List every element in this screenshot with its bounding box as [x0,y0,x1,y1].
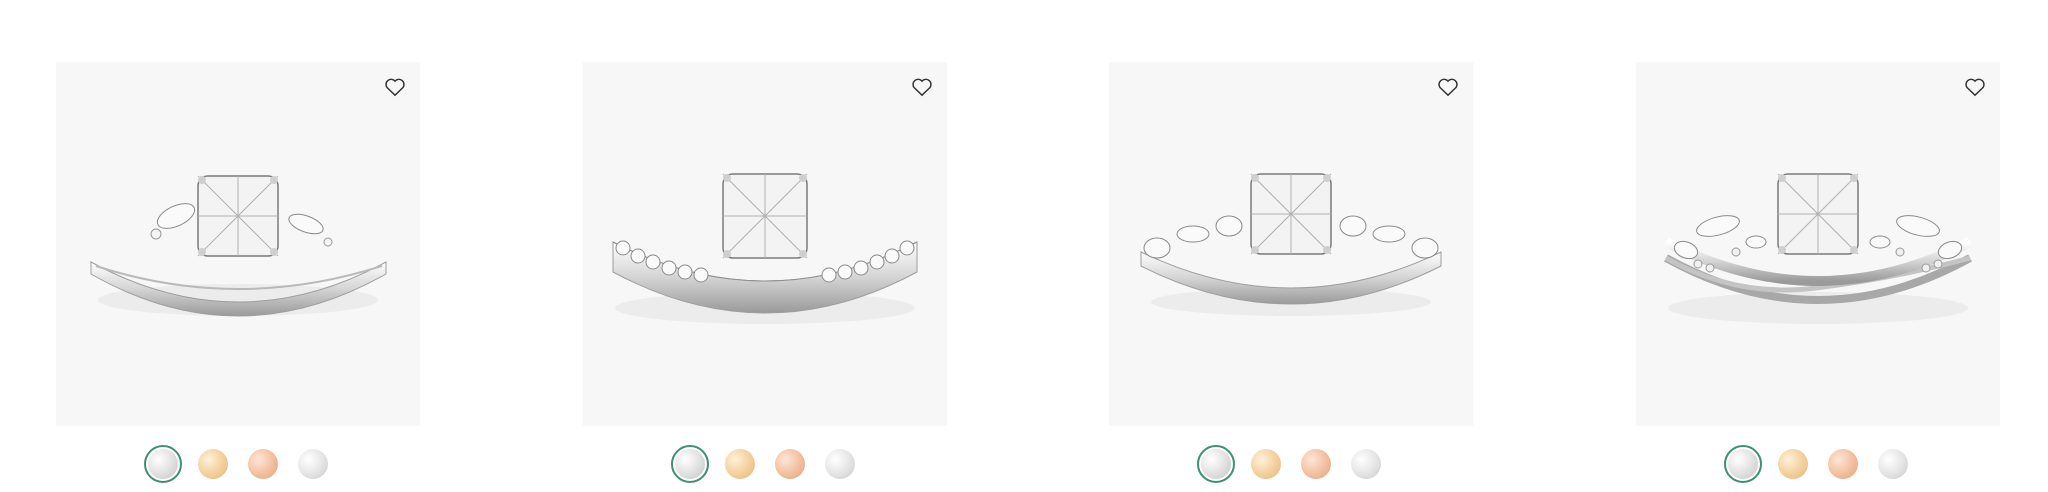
yellow-gold-dot [198,449,228,479]
product-card [56,62,420,484]
product-image[interactable] [583,62,947,426]
product-image[interactable] [1109,62,1473,426]
swatch-rose-gold[interactable] [244,445,282,483]
swatch-yellow-gold[interactable] [1247,445,1285,483]
platinum-dot [825,449,855,479]
heart-outline-icon[interactable] [382,74,408,100]
swatch-rose-gold[interactable] [771,445,809,483]
product-card [583,62,947,484]
heart-outline-icon[interactable] [1962,74,1988,100]
yellow-gold-dot [1778,449,1808,479]
metal-swatches [56,444,420,484]
swatch-yellow-gold[interactable] [194,445,232,483]
swatch-white-gold[interactable] [144,445,182,483]
heart-outline-icon[interactable] [1435,74,1461,100]
product-grid [0,0,2048,492]
swatch-yellow-gold[interactable] [721,445,759,483]
white-gold-dot [148,449,178,479]
platinum-dot [298,449,328,479]
rose-gold-dot [1301,449,1331,479]
swatch-rose-gold[interactable] [1297,445,1335,483]
swatch-white-gold[interactable] [671,445,709,483]
rose-gold-dot [248,449,278,479]
swatch-platinum[interactable] [294,445,332,483]
swatch-white-gold[interactable] [1724,445,1762,483]
rose-gold-dot [1828,449,1858,479]
swatch-platinum[interactable] [1347,445,1385,483]
ring-image [1140,173,1442,316]
yellow-gold-dot [1251,449,1281,479]
product-card [1636,62,2000,484]
swatch-platinum[interactable] [821,445,859,483]
ring-image [612,173,918,324]
ring-image [1663,173,1973,324]
rose-gold-dot [775,449,805,479]
white-gold-dot [675,449,705,479]
yellow-gold-dot [725,449,755,479]
product-card [1109,62,1473,484]
white-gold-dot [1728,449,1758,479]
metal-swatches [583,444,947,484]
swatch-platinum[interactable] [1874,445,1912,483]
platinum-dot [1351,449,1381,479]
product-image[interactable] [56,62,420,426]
swatch-rose-gold[interactable] [1824,445,1862,483]
metal-swatches [1636,444,2000,484]
platinum-dot [1878,449,1908,479]
metal-swatches [1109,444,1473,484]
swatch-white-gold[interactable] [1197,445,1235,483]
ring-image [90,175,387,317]
swatch-yellow-gold[interactable] [1774,445,1812,483]
heart-outline-icon[interactable] [909,74,935,100]
product-image[interactable] [1636,62,2000,426]
white-gold-dot [1201,449,1231,479]
